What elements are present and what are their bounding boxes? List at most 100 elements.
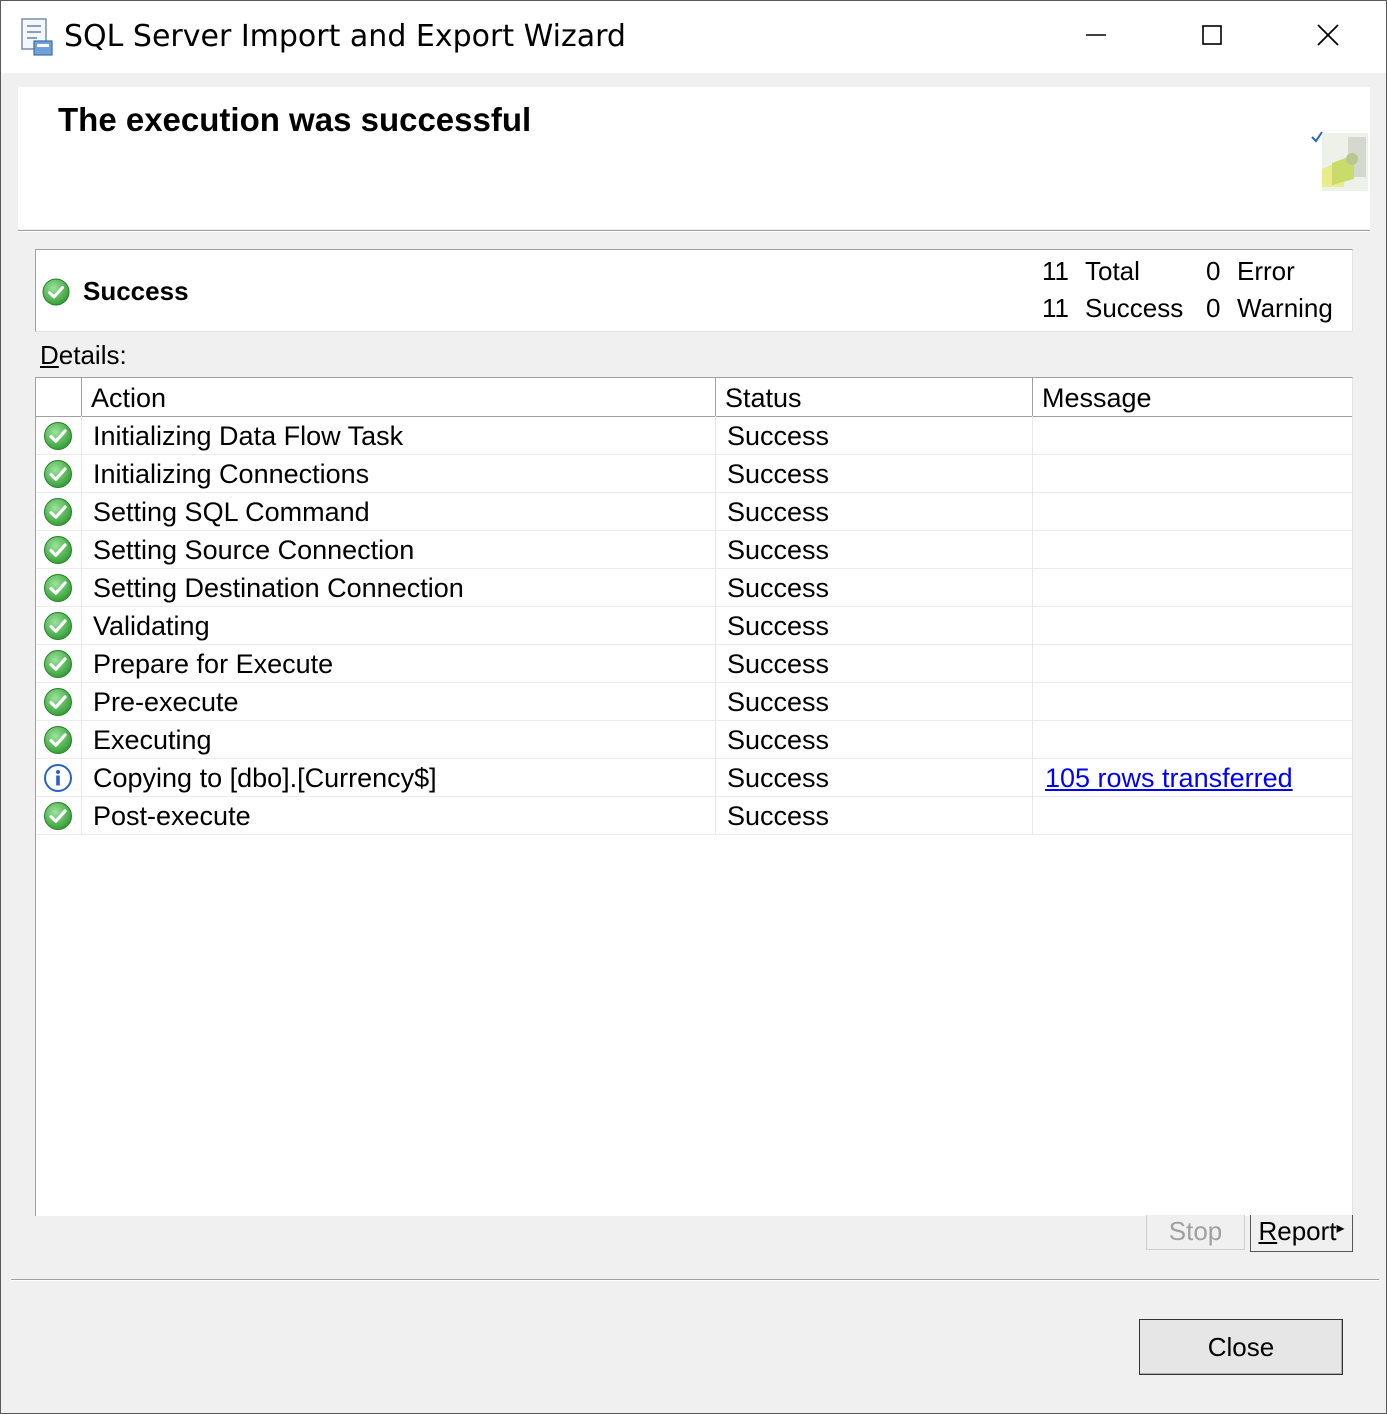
success-check-icon (43, 649, 73, 679)
minimize-icon (1085, 24, 1107, 51)
wizard-app-icon (19, 17, 55, 57)
total-count: 11 (1042, 256, 1069, 286)
row-status: Success (716, 644, 1033, 682)
row-message: 105 rows transferred (1033, 758, 1352, 796)
success-check-icon (43, 573, 73, 603)
row-action: Pre-execute (82, 682, 716, 720)
details-label-rest: etails: (58, 340, 127, 370)
warning-label: Warning (1237, 293, 1333, 323)
row-status: Success (716, 568, 1033, 606)
report-button[interactable]: Report▸ (1250, 1215, 1353, 1252)
row-message (1033, 796, 1352, 834)
row-icon-cell (36, 492, 82, 530)
row-status: Success (716, 720, 1033, 758)
minimize-button[interactable] (1038, 1, 1154, 73)
row-icon-cell (36, 758, 82, 796)
stop-button[interactable]: Stop (1146, 1215, 1245, 1250)
title-bar[interactable]: SQL Server Import and Export Wizard (1, 1, 1386, 73)
window-title: SQL Server Import and Export Wizard (64, 19, 626, 54)
close-icon (1316, 23, 1340, 52)
maximize-button[interactable] (1154, 1, 1270, 73)
row-message (1033, 530, 1352, 568)
row-message (1033, 720, 1352, 758)
wizard-window: SQL Server Import and Export Wizard The … (0, 0, 1387, 1414)
row-action: Initializing Data Flow Task (82, 416, 716, 454)
table-row[interactable]: Executing Success (36, 720, 1352, 759)
success-label: Success (1085, 293, 1184, 323)
footer-divider (11, 1279, 1379, 1281)
row-status: Success (716, 454, 1033, 492)
row-message (1033, 416, 1352, 454)
total-label: Total (1085, 256, 1140, 286)
table-row[interactable]: Post-execute Success (36, 796, 1352, 835)
row-message (1033, 644, 1352, 682)
row-action: Prepare for Execute (82, 644, 716, 682)
column-header-message[interactable]: Message (1033, 378, 1352, 416)
row-action: Executing (82, 720, 716, 758)
row-icon-cell (36, 416, 82, 454)
error-count: 0 (1206, 256, 1221, 286)
summary-status-text: Success (83, 276, 189, 306)
error-label: Error (1237, 256, 1295, 286)
row-icon-cell (36, 682, 82, 720)
row-action: Post-execute (82, 796, 716, 834)
row-action: Setting Destination Connection (82, 568, 716, 606)
table-row[interactable]: Copying to [dbo].[Currency$] Success 105 r… (36, 758, 1352, 797)
rows-transferred-link[interactable]: 105 rows transferred (1045, 763, 1293, 793)
success-check-icon (43, 725, 73, 755)
details-list[interactable]: Action Status Message Initializing Data … (35, 377, 1353, 1216)
row-action: Setting Source Connection (82, 530, 716, 568)
table-row[interactable]: Validating Success (36, 606, 1352, 645)
row-status: Success (716, 796, 1033, 834)
row-icon-cell (36, 644, 82, 682)
row-message (1033, 492, 1352, 530)
row-status: Success (716, 682, 1033, 720)
row-icon-cell (36, 720, 82, 758)
table-row[interactable]: Setting Source Connection Success (36, 530, 1352, 569)
row-status: Success (716, 492, 1033, 530)
table-row[interactable]: Initializing Data Flow Task Success (36, 416, 1352, 455)
table-row[interactable]: Setting Destination Connection Success (36, 568, 1352, 607)
row-status: Success (716, 416, 1033, 454)
success-count: 11 (1042, 293, 1069, 323)
row-message (1033, 568, 1352, 606)
details-label: Details: (40, 340, 127, 371)
success-check-icon (43, 459, 73, 489)
column-header-icon[interactable] (36, 378, 82, 416)
table-row[interactable]: Initializing Connections Success (36, 454, 1352, 493)
row-icon-cell (36, 454, 82, 492)
row-icon-cell (36, 530, 82, 568)
report-dropdown-arrow-icon: ▸ (1336, 1220, 1345, 1237)
row-action: Initializing Connections (82, 454, 716, 492)
row-message (1033, 682, 1352, 720)
maximize-icon (1201, 24, 1223, 51)
success-check-icon (43, 611, 73, 641)
report-label-mnemonic: R (1258, 1216, 1278, 1246)
close-button[interactable]: Close (1139, 1319, 1343, 1375)
details-label-mnemonic: D (40, 340, 59, 370)
row-action: Validating (82, 606, 716, 644)
column-header-action[interactable]: Action (82, 378, 716, 416)
row-icon-cell (36, 568, 82, 606)
table-row[interactable]: Setting SQL Command Success (36, 492, 1352, 531)
success-check-icon (43, 801, 73, 831)
row-status: Success (716, 530, 1033, 568)
success-check-icon (43, 421, 73, 451)
info-icon (43, 763, 73, 793)
row-message (1033, 454, 1352, 492)
row-icon-cell (36, 796, 82, 834)
wizard-header: The execution was successful (18, 87, 1370, 229)
column-header-status[interactable]: Status (716, 378, 1033, 416)
table-row[interactable]: Pre-execute Success (36, 682, 1352, 721)
summary-panel: Success 11 Total 0 Error 11 Success 0 Wa… (35, 249, 1353, 332)
close-window-button[interactable] (1270, 1, 1386, 73)
success-check-icon (43, 535, 73, 565)
report-label-rest: eport (1277, 1216, 1337, 1246)
row-status: Success (716, 758, 1033, 796)
header-divider (18, 230, 1370, 232)
table-row[interactable]: Prepare for Execute Success (36, 644, 1352, 683)
success-check-icon (42, 278, 70, 306)
row-action: Setting SQL Command (82, 492, 716, 530)
row-action: Copying to [dbo].[Currency$] (82, 758, 716, 796)
row-message (1033, 606, 1352, 644)
